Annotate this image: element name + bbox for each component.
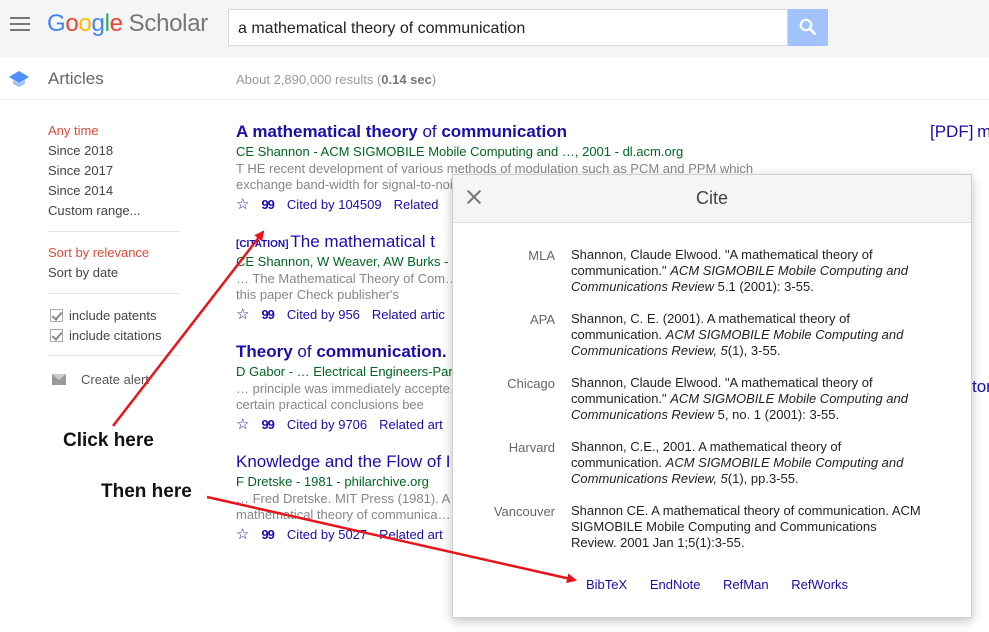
citation-style-label: Chicago [507, 376, 555, 391]
annotation-then-here: Then here [101, 481, 192, 502]
search-icon [799, 18, 817, 36]
citation-style-label: MLA [528, 248, 555, 263]
save-star-icon[interactable]: ☆ [236, 195, 249, 215]
citation-tag: [CITATION] [236, 239, 289, 250]
include-citations-checkbox[interactable]: include citations [48, 325, 183, 345]
citation-style-label: Vancouver [493, 504, 555, 519]
citation-text[interactable]: Shannon, C.E., 2001. A mathematical theo… [571, 439, 921, 487]
results-count: About 2,890,000 results (0.14 sec) [236, 72, 437, 87]
export-endnote-link[interactable]: EndNote [650, 577, 701, 592]
filter-any-time[interactable]: Any time [48, 121, 183, 141]
cited-by-link[interactable]: Cited by 956 [287, 305, 360, 325]
export-bibtex-link[interactable]: BibTeX [586, 577, 627, 592]
cite-quote-icon[interactable]: 99 [261, 195, 275, 215]
result-authors: CE Shannon - ACM SIGMOBILE Mobile Comput… [236, 144, 684, 159]
cite-quote-icon[interactable]: 99 [261, 525, 275, 545]
citation-formats: MLA Shannon, Claude Elwood. "A mathemati… [453, 247, 973, 567]
related-link[interactable]: Related art [379, 415, 443, 435]
cite-dialog: Cite MLA Shannon, Claude Elwood. "A math… [452, 174, 972, 618]
envelope-icon [52, 374, 66, 385]
citation-text[interactable]: Shannon, Claude Elwood. "A mathematical … [571, 375, 921, 423]
cite-quote-icon[interactable]: 99 [261, 305, 275, 325]
cite-dialog-title: Cite [695, 188, 728, 208]
pdf-link[interactable]: [PDF] mp [930, 122, 989, 142]
result-title-link[interactable]: A mathematical theory of communication [236, 122, 796, 142]
top-bar: Google Scholar a mathematical theory of c… [0, 0, 989, 57]
sidebar-divider [48, 355, 180, 356]
cited-by-link[interactable]: Cited by 5027 [287, 525, 367, 545]
menu-icon[interactable] [10, 17, 30, 31]
citation-text[interactable]: Shannon, C. E. (2001). A mathematical th… [571, 311, 921, 359]
export-refman-link[interactable]: RefMan [723, 577, 769, 592]
filter-sidebar: Any time Since 2018 Since 2017 Since 201… [48, 121, 183, 387]
annotation-click-here: Click here [63, 430, 154, 451]
citation-style-label: APA [529, 312, 555, 327]
related-link[interactable]: Related [394, 195, 439, 215]
cite-dialog-header: Cite [453, 175, 971, 223]
citation-row-vancouver: Vancouver Shannon CE. A mathematical the… [453, 503, 973, 551]
save-star-icon[interactable]: ☆ [236, 415, 249, 435]
sidebar-divider [48, 231, 180, 232]
related-link[interactable]: Related artic [372, 305, 445, 325]
section-title[interactable]: Articles [48, 69, 104, 89]
search-input[interactable]: a mathematical theory of communication [228, 9, 788, 46]
scholar-page: Google Scholar a mathematical theory of c… [0, 0, 989, 632]
citation-style-label: Harvard [508, 440, 555, 455]
filter-since-2018[interactable]: Since 2018 [48, 141, 183, 161]
search-button[interactable] [788, 9, 828, 46]
filter-since-2017[interactable]: Since 2017 [48, 161, 183, 181]
citation-text[interactable]: Shannon CE. A mathematical theory of com… [571, 503, 921, 551]
right-side-link[interactable]: tor [972, 377, 989, 397]
sort-by-date[interactable]: Sort by date [48, 263, 183, 283]
citation-text[interactable]: Shannon, Claude Elwood. "A mathematical … [571, 247, 921, 295]
citation-row-mla: MLA Shannon, Claude Elwood. "A mathemati… [453, 247, 973, 295]
citation-row-apa: APA Shannon, C. E. (2001). A mathematica… [453, 311, 973, 359]
cited-by-link[interactable]: Cited by 9706 [287, 415, 367, 435]
export-links: BibTeX EndNote RefMan RefWorks [586, 577, 867, 592]
related-link[interactable]: Related art [379, 525, 443, 545]
filter-custom-range[interactable]: Custom range... [48, 201, 183, 221]
citation-row-harvard: Harvard Shannon, C.E., 2001. A mathemati… [453, 439, 973, 487]
cite-quote-icon[interactable]: 99 [261, 415, 275, 435]
articles-icon [9, 71, 29, 87]
sub-header: Articles About 2,890,000 results (0.14 s… [0, 57, 989, 100]
citation-row-chicago: Chicago Shannon, Claude Elwood. "A mathe… [453, 375, 973, 423]
export-refworks-link[interactable]: RefWorks [791, 577, 848, 592]
create-alert-link[interactable]: Create alert [48, 372, 183, 387]
filter-since-2014[interactable]: Since 2014 [48, 181, 183, 201]
checkbox-checked-icon [50, 308, 63, 322]
google-scholar-logo[interactable]: Google Scholar [47, 10, 208, 38]
include-patents-checkbox[interactable]: include patents [48, 305, 183, 325]
cited-by-link[interactable]: Cited by 104509 [287, 195, 382, 215]
save-star-icon[interactable]: ☆ [236, 305, 249, 325]
sort-by-relevance[interactable]: Sort by relevance [48, 243, 183, 263]
checkbox-checked-icon [50, 328, 63, 342]
save-star-icon[interactable]: ☆ [236, 525, 249, 545]
sidebar-divider [48, 293, 180, 294]
